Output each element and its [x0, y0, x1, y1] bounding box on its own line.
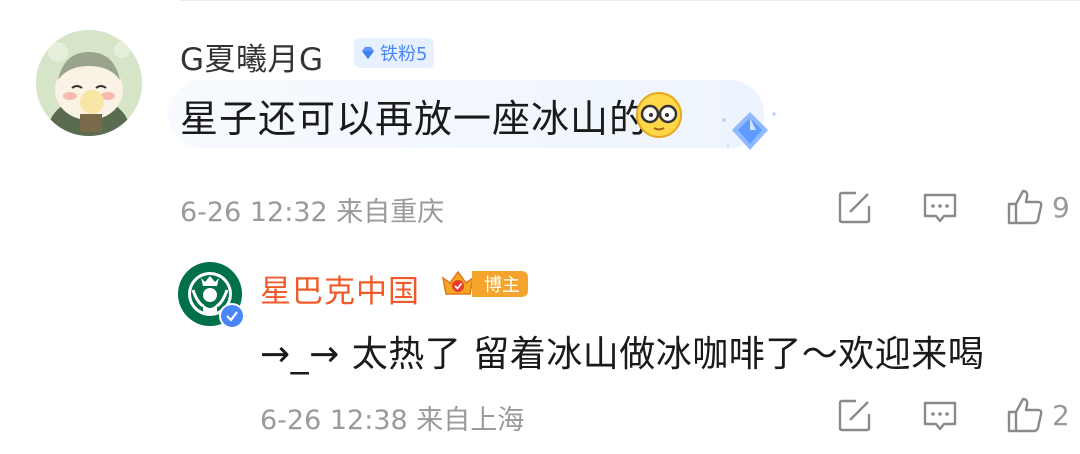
- glasses-emoji-icon: [636, 92, 682, 138]
- like-count: 2: [1052, 398, 1070, 432]
- comment-button[interactable]: [922, 192, 958, 224]
- avatar[interactable]: [36, 30, 142, 136]
- verified-icon: [219, 303, 245, 329]
- edit-icon: [838, 399, 871, 432]
- top-divider: [180, 0, 1080, 1]
- thumbs-up-icon: [1007, 189, 1043, 225]
- comment-meta: 6-26 12:32 来自重庆: [180, 197, 445, 228]
- crown-icon: [441, 270, 475, 295]
- comment-button[interactable]: [922, 400, 958, 432]
- like-button[interactable]: 9: [1006, 188, 1070, 226]
- username[interactable]: 星巴克中国: [260, 266, 420, 311]
- reply-text: →_→ 太热了 留着冰山做冰咖啡了～欢迎来喝: [260, 334, 985, 375]
- edit-icon: [838, 191, 871, 224]
- like-button[interactable]: 2: [1006, 396, 1070, 434]
- diamond-icon: [722, 112, 776, 150]
- fan-badge[interactable]: 铁粉5: [354, 38, 435, 68]
- reply-meta: 6-26 12:38 来自上海: [260, 405, 525, 436]
- comment-icon: [923, 401, 957, 431]
- blogger-tag: 博主: [472, 271, 528, 297]
- forward-button[interactable]: [838, 398, 872, 432]
- thumbs-up-icon: [1007, 397, 1043, 433]
- diamond-icon: [362, 47, 374, 59]
- blogger-badge: 博主: [440, 266, 528, 302]
- forward-button[interactable]: [838, 190, 872, 224]
- comment-icon: [923, 193, 957, 223]
- fan-badge-label: 铁粉5: [380, 44, 428, 65]
- like-count: 9: [1052, 190, 1070, 224]
- username[interactable]: G夏曦月G: [180, 34, 324, 79]
- comment-text: 星子还可以再放一座冰山的: [180, 97, 649, 141]
- avatar-illustration: [36, 30, 142, 136]
